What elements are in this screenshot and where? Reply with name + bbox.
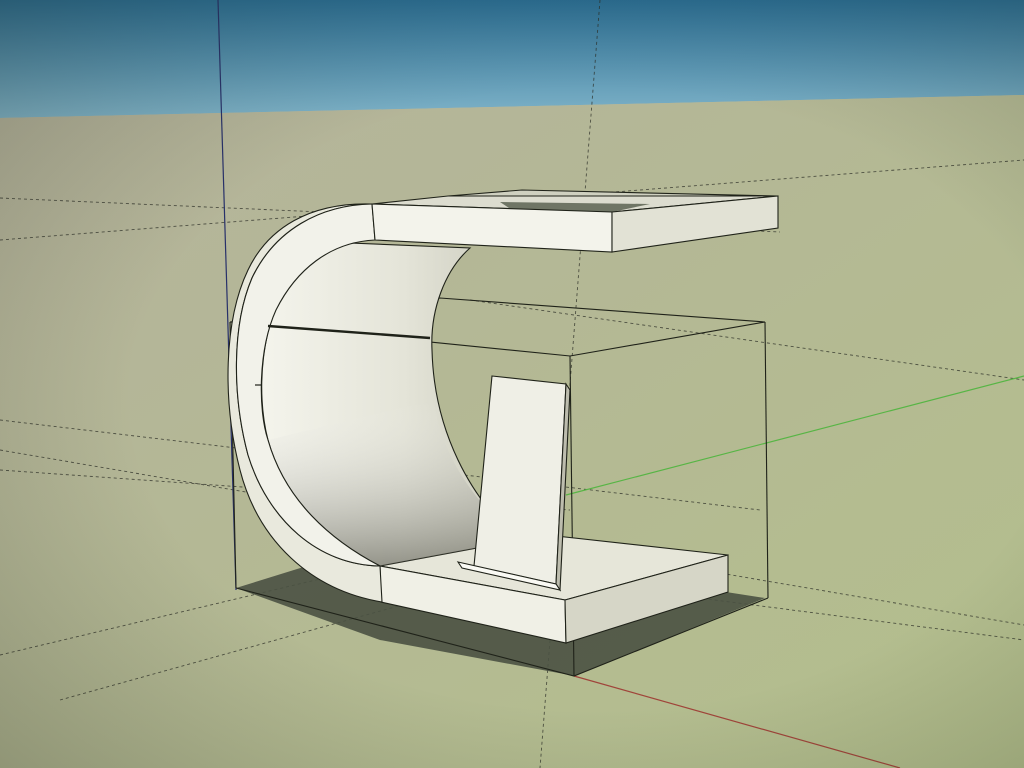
3d-scene[interactable] — [0, 0, 1024, 768]
modeling-viewport[interactable] — [0, 0, 1024, 768]
